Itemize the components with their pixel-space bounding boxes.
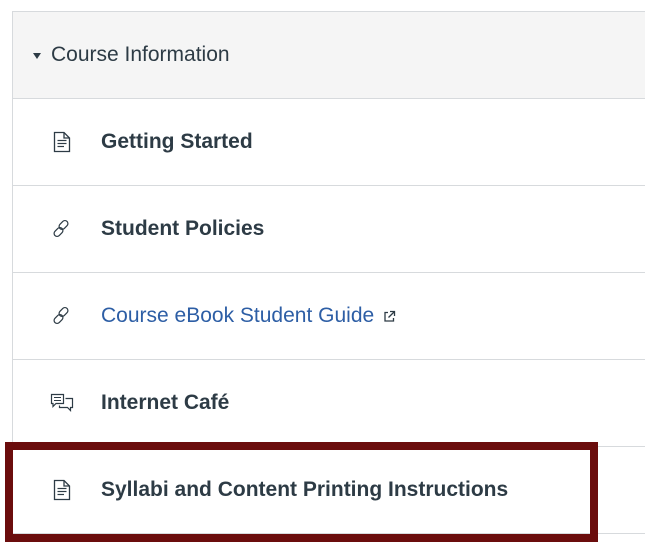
module-collapse-toggle[interactable]: Course Information xyxy=(13,12,230,98)
course-module: Course Information Getting Started Stude… xyxy=(12,11,645,534)
discussion-icon xyxy=(50,391,74,415)
caret-down-icon xyxy=(33,53,41,59)
page-icon xyxy=(50,478,74,502)
module-item-getting-started[interactable]: Getting Started xyxy=(13,99,645,186)
module-item-label[interactable]: Student Policies xyxy=(101,217,264,241)
module-item-label[interactable]: Course eBook Student Guide xyxy=(101,304,374,328)
module-item-label[interactable]: Getting Started xyxy=(101,130,253,154)
module-item-label[interactable]: Internet Café xyxy=(101,391,229,415)
link-icon xyxy=(50,304,74,328)
external-link-icon xyxy=(383,310,396,323)
module-item-course-ebook[interactable]: Course eBook Student Guide xyxy=(13,273,645,360)
page-icon xyxy=(50,130,74,154)
module-header: Course Information xyxy=(13,12,645,99)
module-item-syllabi[interactable]: Syllabi and Content Printing Instruction… xyxy=(13,447,645,534)
link-icon xyxy=(50,217,74,241)
module-item-label[interactable]: Syllabi and Content Printing Instruction… xyxy=(101,478,508,502)
module-item-student-policies[interactable]: Student Policies xyxy=(13,186,645,273)
module-title: Course Information xyxy=(51,43,230,66)
module-item-internet-cafe[interactable]: Internet Café xyxy=(13,360,645,447)
